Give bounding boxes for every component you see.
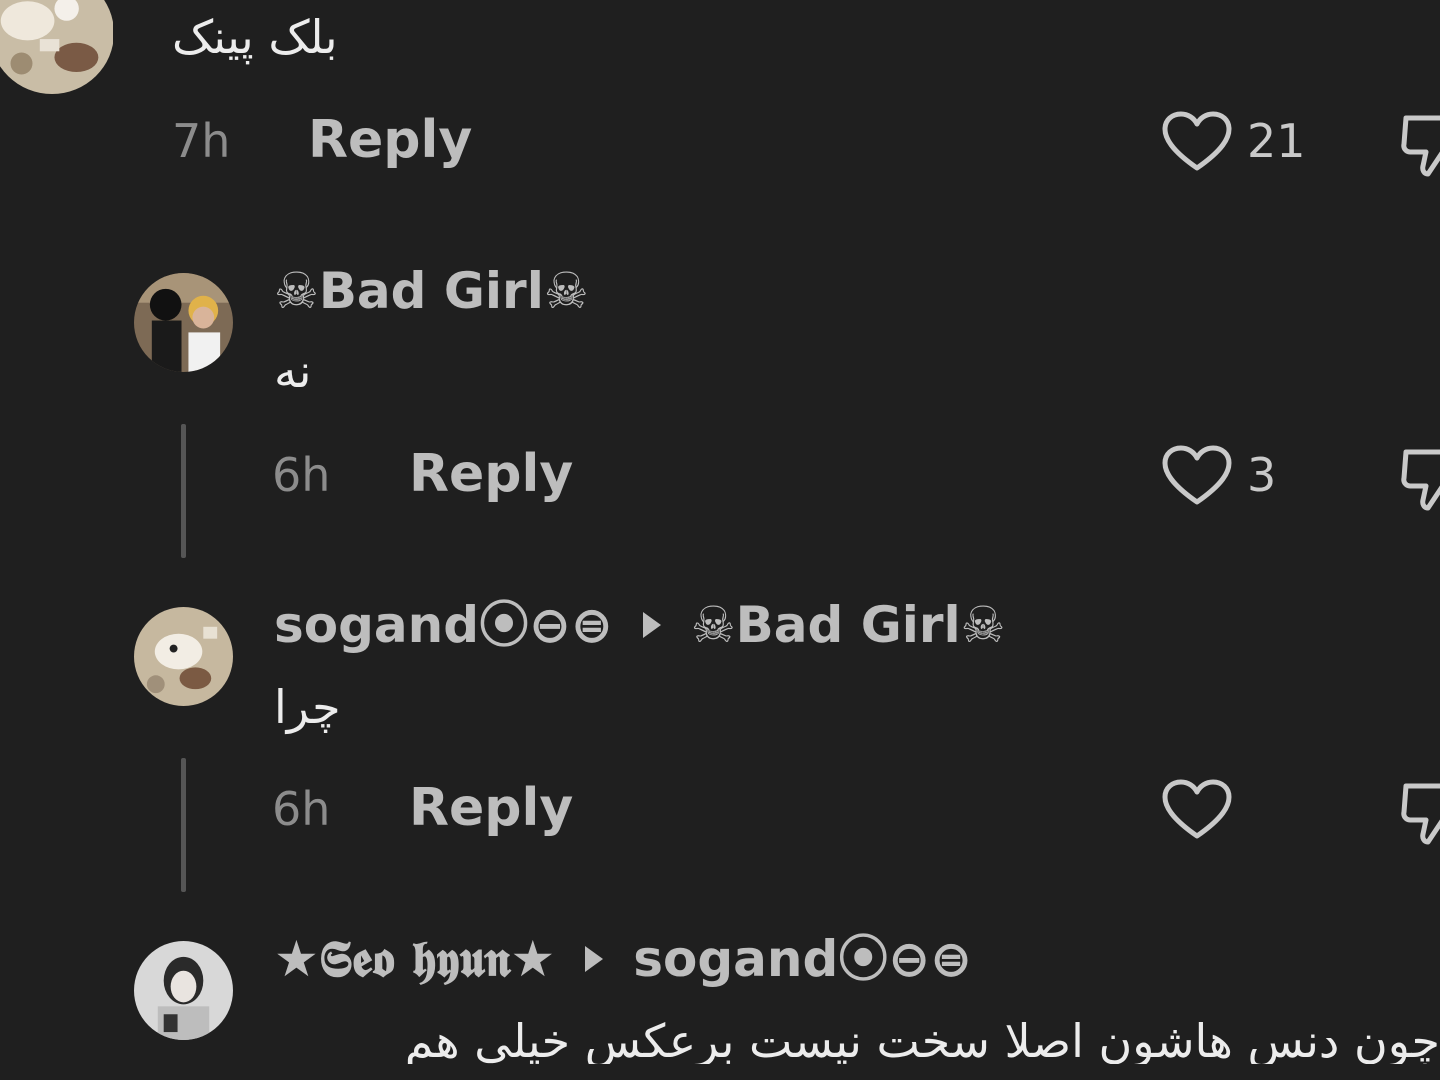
heart-outline-icon[interactable]: [1161, 778, 1233, 842]
avatar-image: [0, 0, 113, 94]
like-count: 21: [1247, 114, 1306, 168]
author-name[interactable]: sogand⦿⊖⊜: [274, 600, 613, 650]
reply-button[interactable]: Reply: [409, 448, 573, 500]
avatar[interactable]: [134, 941, 233, 1040]
comment-text: بلک پینک: [172, 10, 338, 64]
comment-author[interactable]: ★𝕾𝖊𝖔 𝖍𝖞𝖚𝖓★ sogand⦿⊖⊜: [274, 934, 972, 984]
thumbs-down-icon[interactable]: [1400, 778, 1440, 848]
avatar[interactable]: [0, 0, 114, 94]
comment-time: 6h: [272, 448, 331, 502]
comment-time: 7h: [172, 114, 231, 168]
avatar-image: [134, 607, 233, 706]
comment-text: چرا: [274, 680, 341, 734]
comment-time: 6h: [272, 782, 331, 836]
heart-outline-icon[interactable]: [1161, 444, 1233, 508]
avatar-image: [134, 941, 233, 1040]
avatar[interactable]: [134, 607, 233, 706]
author-name[interactable]: ★𝕾𝖊𝖔 𝖍𝖞𝖚𝖓★: [274, 934, 555, 984]
avatar[interactable]: [134, 273, 233, 372]
comment-author[interactable]: ☠Bad Girl☠: [274, 266, 589, 316]
author-name[interactable]: ☠Bad Girl☠: [274, 266, 589, 316]
thumbs-down-icon[interactable]: [1400, 110, 1440, 180]
caret-right-icon: [585, 946, 604, 972]
thumbs-down-icon[interactable]: [1400, 444, 1440, 514]
heart-outline-icon[interactable]: [1161, 110, 1233, 174]
comment-author[interactable]: sogand⦿⊖⊜ ☠Bad Girl☠: [274, 600, 1006, 650]
comment-text: نه: [274, 344, 312, 398]
avatar-image: [134, 273, 233, 372]
reply-button[interactable]: Reply: [308, 114, 472, 166]
comments-screen: بلک پینک 7h Reply 21 ☠Bad Girl☠ نه 6h Re…: [0, 0, 1440, 1080]
reply-to-name[interactable]: ☠Bad Girl☠: [691, 600, 1006, 650]
thread-line: [181, 758, 186, 892]
thread-line: [181, 424, 186, 558]
caret-right-icon: [642, 612, 661, 638]
reply-to-name[interactable]: sogand⦿⊖⊜: [633, 934, 972, 984]
like-count: 3: [1247, 448, 1277, 502]
comment-text: چون دنس هاشون اصلا سخت نیست برعکس خیلی ه…: [404, 1018, 1440, 1064]
reply-button[interactable]: Reply: [409, 782, 573, 834]
